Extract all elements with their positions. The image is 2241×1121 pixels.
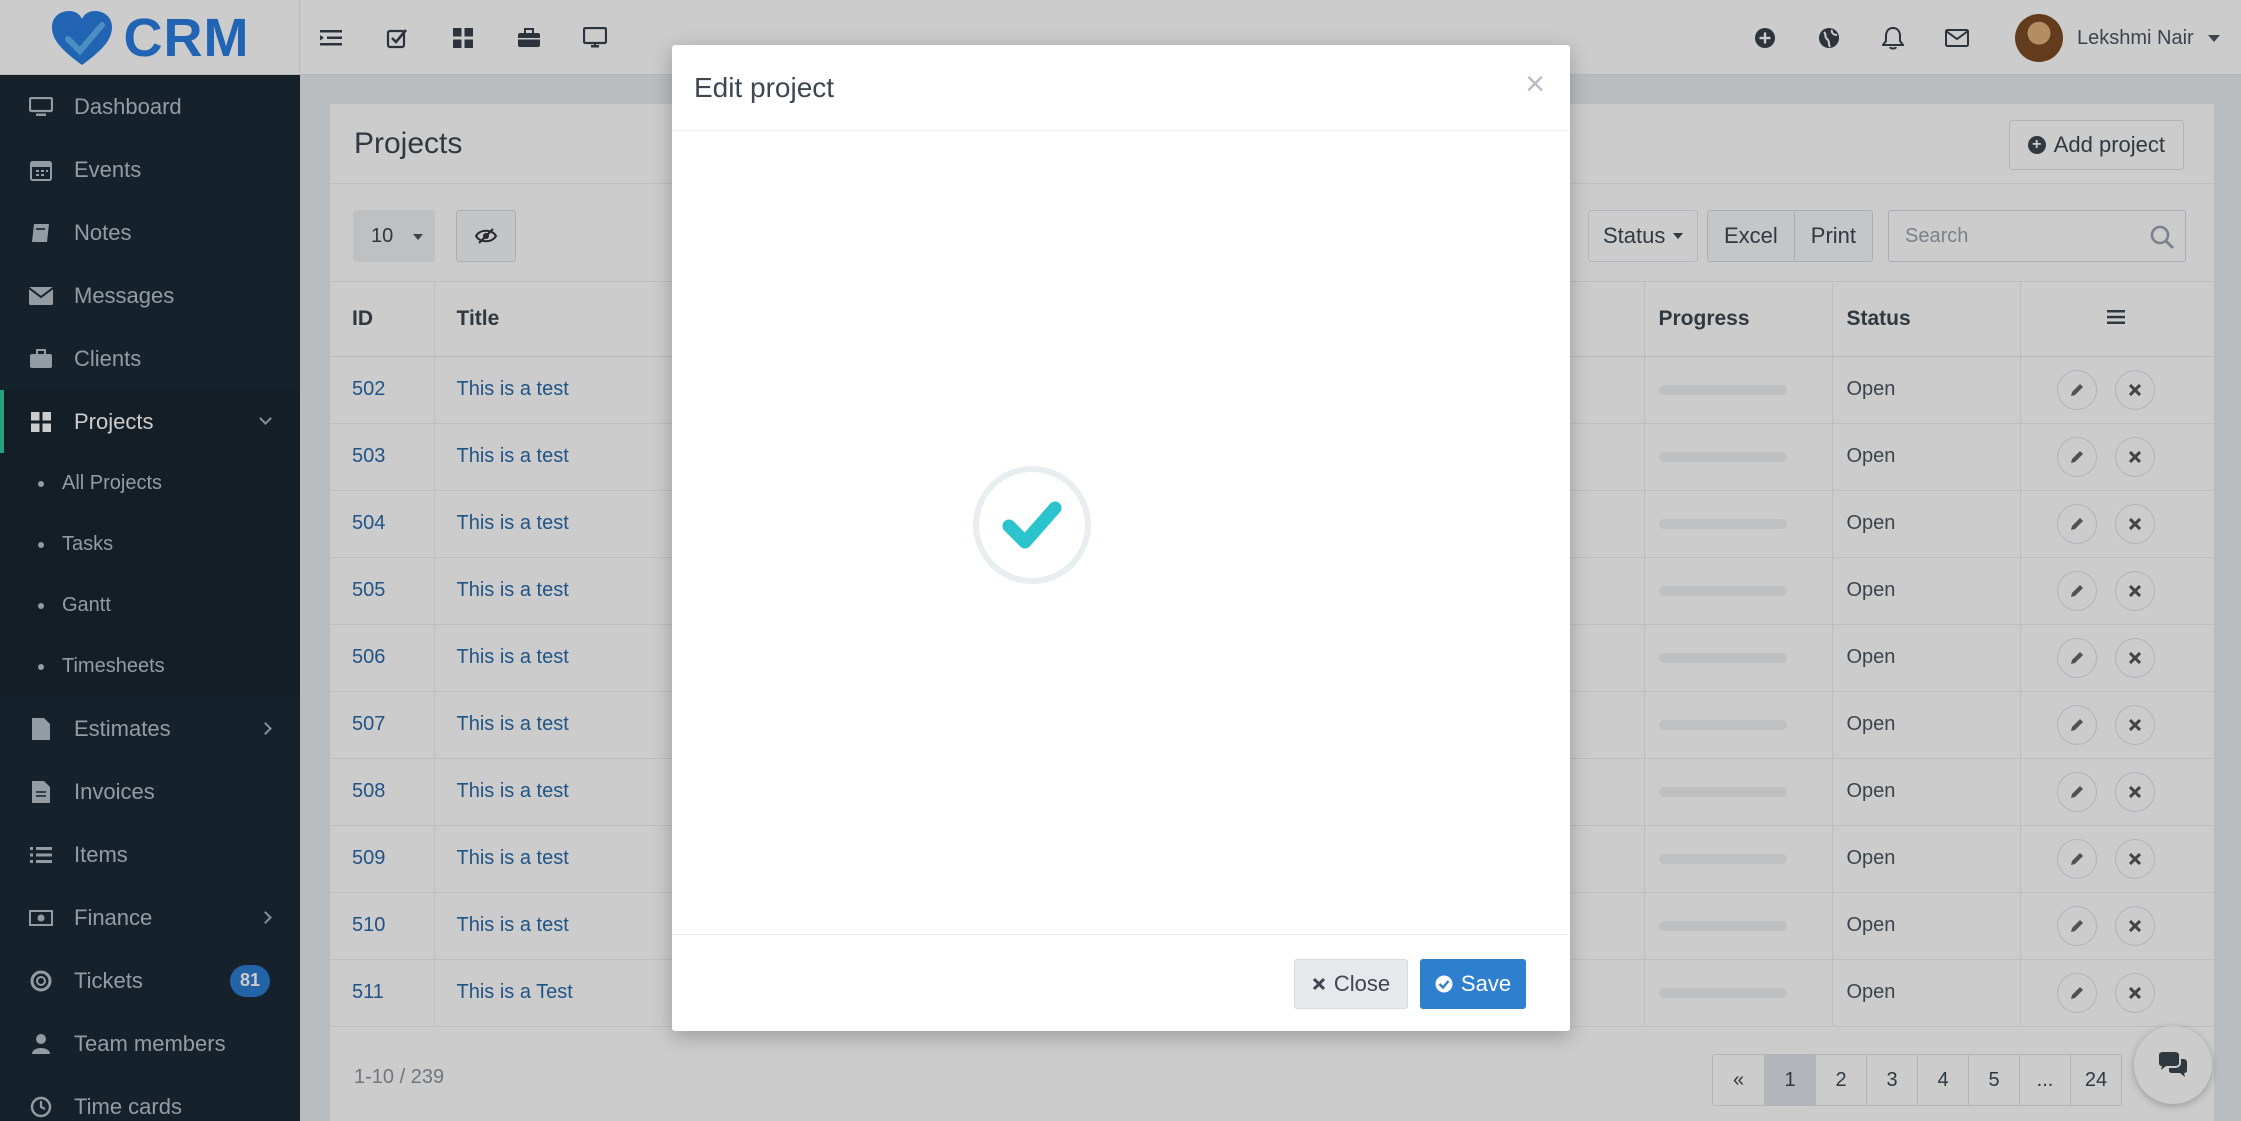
modal-title: Edit project: [694, 71, 835, 103]
modal-body: [672, 131, 1570, 935]
modal-footer: Close Save: [672, 935, 1570, 1031]
close-icon: [1312, 977, 1325, 991]
save-button-label: Save: [1460, 971, 1512, 996]
check-circle-icon: [1435, 975, 1453, 993]
edit-project-modal: Edit project × Close Save: [672, 45, 1570, 1031]
loading-success-icon: [973, 466, 1091, 584]
save-button[interactable]: Save: [1420, 959, 1526, 1009]
close-icon[interactable]: ×: [1520, 67, 1550, 101]
close-button[interactable]: Close: [1294, 959, 1408, 1009]
close-button-label: Close: [1333, 971, 1391, 996]
modal-header: Edit project ×: [672, 45, 1570, 131]
